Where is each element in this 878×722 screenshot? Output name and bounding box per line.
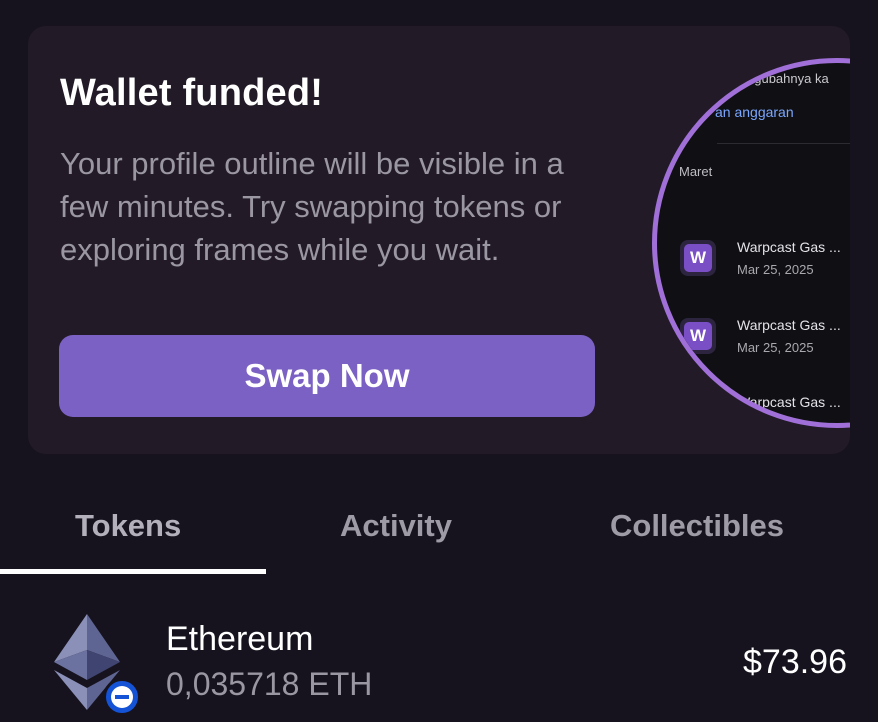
tab-activity[interactable]: Activity [340, 508, 452, 544]
preview-tx-date: Mar 25, 2025 [737, 262, 814, 277]
token-value: $73.96 [743, 643, 847, 681]
swap-now-button[interactable]: Swap Now [59, 335, 595, 417]
banner-description: Your profile outline will be visible in … [60, 146, 564, 267]
preview-top-text: ngubahnya ka [747, 71, 829, 86]
tab-tokens[interactable]: Tokens [75, 508, 181, 544]
warpcast-icon: W [680, 318, 716, 354]
preview-tx-name: Warpcast Gas ... [737, 317, 841, 333]
preview-month: Maret [679, 164, 713, 179]
banner-title: Wallet funded! [60, 72, 324, 114]
preview-divider [717, 143, 850, 144]
tab-collectibles[interactable]: Collectibles [610, 508, 784, 544]
preview-tx-name: Warpcast Gas ... [737, 394, 841, 410]
wallet-funded-banner: Wallet funded! Your profile outline will… [28, 26, 850, 454]
token-name: Ethereum [166, 620, 314, 658]
preview-tx-name: Warpcast Gas ... [737, 239, 841, 255]
preview-tx-date: Mar 25, 2025 [737, 340, 814, 355]
active-tab-indicator [0, 569, 266, 574]
base-network-icon [103, 678, 141, 716]
token-amount: 0,035718 ETH [166, 666, 373, 702]
preview-link-text: an anggaran [715, 104, 794, 120]
token-row-ethereum[interactable]: Ethereum 0,035718 ETH $73.96 [0, 600, 878, 722]
warpcast-icon: W [680, 240, 716, 276]
wallet-tabs: Tokens Activity Collectibles [0, 490, 878, 575]
activity-preview-image: ngubahnya ka an anggaran Maret W Warpcas… [652, 58, 850, 428]
preview-tx-date: ar 25, 2025 [737, 417, 803, 428]
